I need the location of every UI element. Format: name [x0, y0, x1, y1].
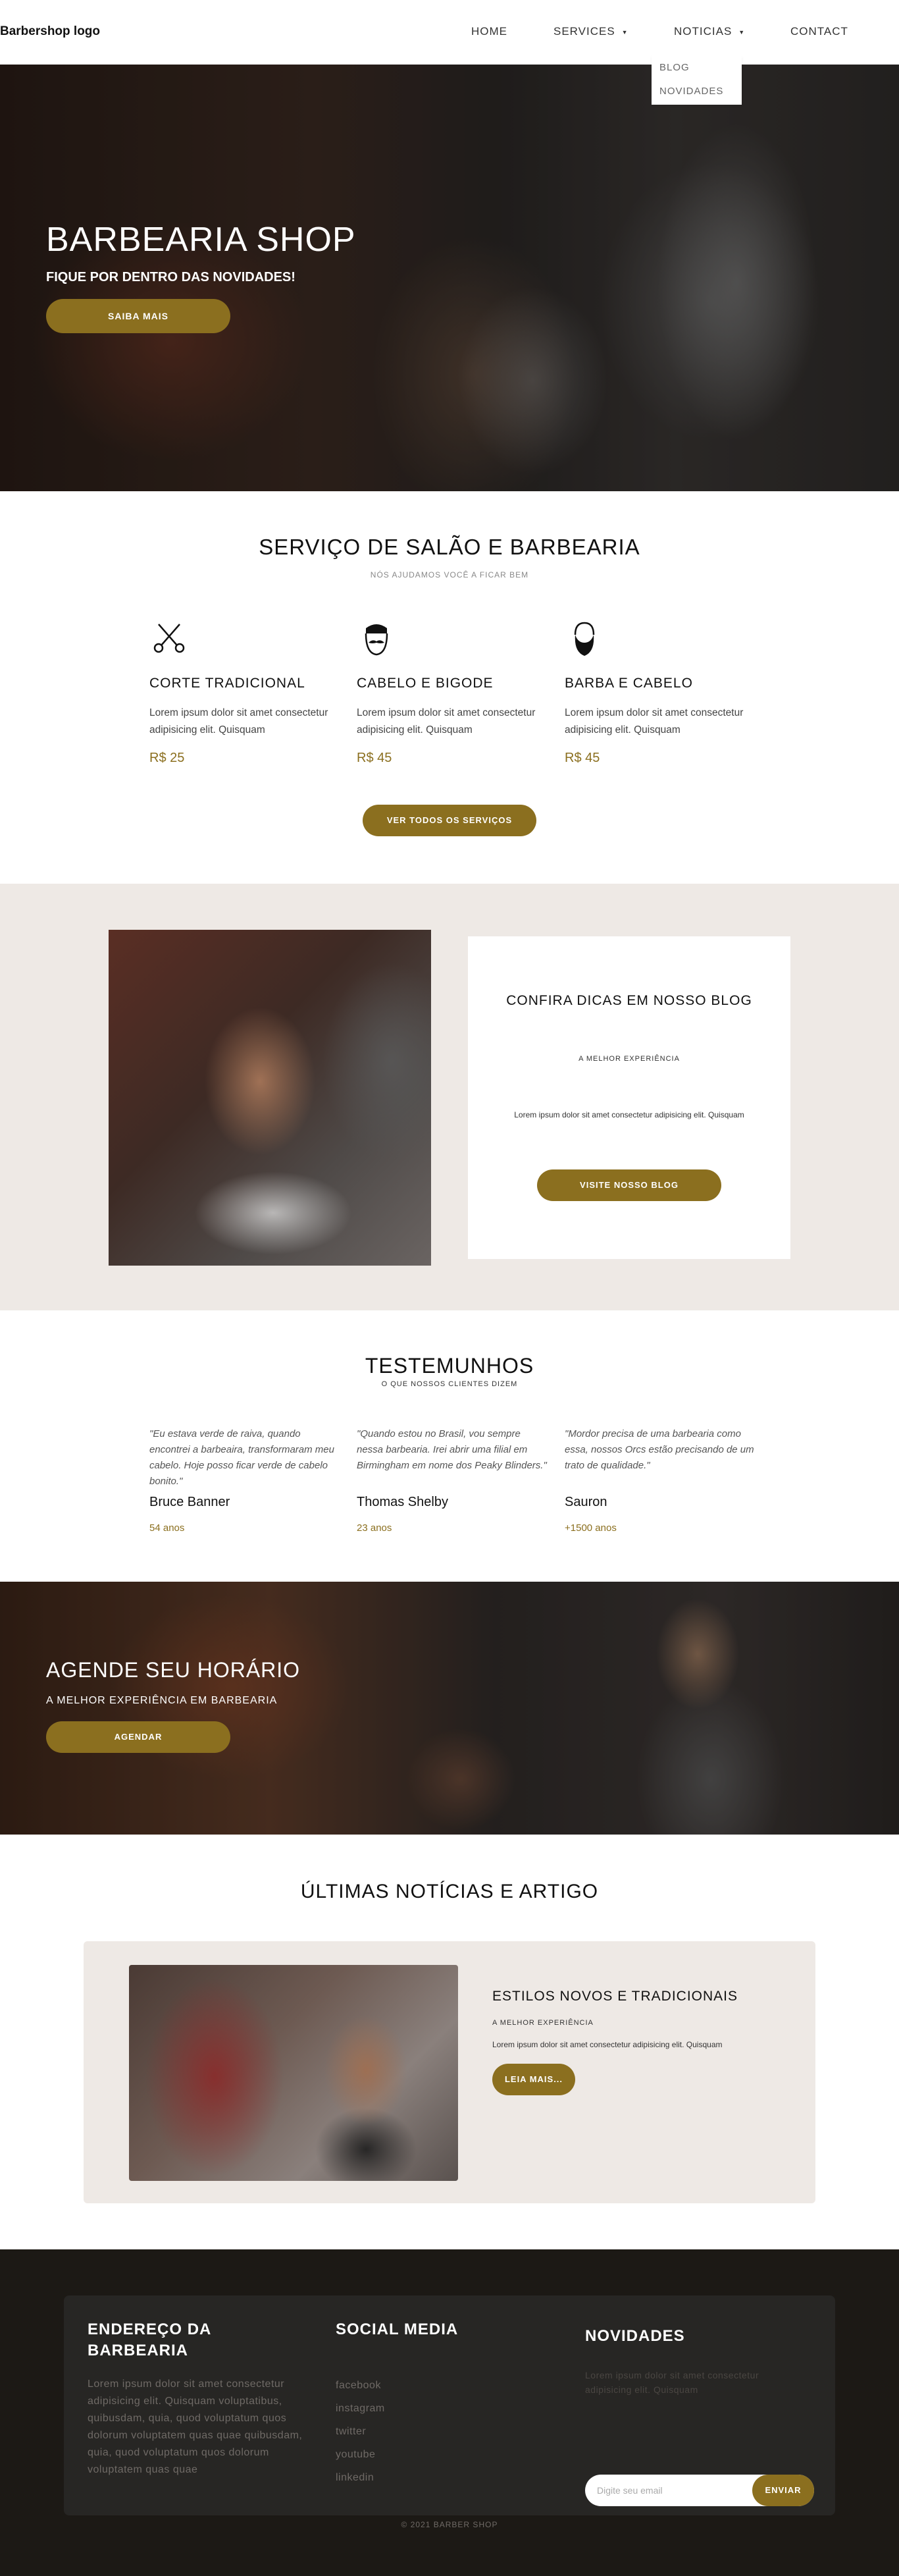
service-description: Lorem ipsum dolor sit amet consectetur a… — [565, 707, 744, 736]
hero-cta-button[interactable]: SAIBA MAIS — [46, 299, 230, 333]
news-article-title: ESTILOS NOVOS E TRADICIONAIS — [492, 1989, 738, 2004]
nav-contact[interactable]: CONTACT — [790, 25, 848, 38]
footer-social-column: SOCIAL MEDIA facebook instagram twitter … — [336, 2319, 533, 2504]
send-email-button[interactable]: ENVIAR — [752, 2475, 814, 2506]
barber-haircut-photo — [109, 930, 431, 1266]
nav-noticias-label: NOTICIAS — [674, 25, 732, 38]
nav-services-label: SERVICES — [553, 25, 615, 38]
nav-noticias[interactable]: NOTICIAS ▼ — [674, 25, 745, 38]
service-description: Lorem ipsum dolor sit amet consectetur a… — [357, 707, 536, 736]
services-title: SERVIÇO DE SALÃO E BARBEARIA — [259, 535, 640, 559]
news-article-subtitle: A MELHOR EXPERIÊNCIA — [492, 2019, 594, 2027]
nav-home[interactable]: HOME — [471, 25, 507, 38]
footer-address-title: ENDEREÇO DA BARBEARIA — [88, 2321, 211, 2359]
blog-promo-subtitle: A MELHOR EXPERIÊNCIA — [578, 1055, 680, 1063]
social-link-linkedin[interactable]: linkedin — [336, 2472, 374, 2484]
schedule-overlay — [0, 1582, 899, 1835]
social-link-facebook[interactable]: facebook — [336, 2380, 381, 2392]
email-input[interactable] — [597, 2475, 729, 2506]
schedule-subtitle: A MELHOR EXPERIÊNCIA EM BARBEARIA — [46, 1695, 278, 1706]
blog-promo-card: CONFIRA DICAS EM NOSSO BLOG A MELHOR EXP… — [468, 936, 790, 1259]
testimonial-age: 23 anos — [357, 1522, 392, 1534]
beard-face-icon — [574, 622, 595, 656]
testimonial-quote: "Mordor precisa de uma barbearia como es… — [565, 1428, 754, 1471]
social-link-twitter[interactable]: twitter — [336, 2426, 366, 2438]
social-link-youtube[interactable]: youtube — [336, 2449, 375, 2461]
testimonials-title: TESTEMUNHOS — [365, 1354, 534, 1378]
service-description: Lorem ipsum dolor sit amet consectetur a… — [149, 707, 328, 736]
caret-down-icon: ▼ — [621, 28, 629, 36]
testimonial-age: +1500 anos — [565, 1522, 617, 1534]
schedule-banner: AGENDE SEU HORÁRIO A MELHOR EXPERIÊNCIA … — [0, 1582, 899, 1835]
nav-services[interactable]: SERVICES ▼ — [553, 25, 629, 38]
newsletter-form: ENVIAR — [585, 2475, 814, 2506]
testimonial-age: 54 anos — [149, 1522, 185, 1534]
footer-address-column: ENDEREÇO DA BARBEARIA Lorem ipsum dolor … — [88, 2319, 324, 2479]
service-price: R$ 45 — [357, 751, 392, 765]
hero-subtitle: FIQUE POR DENTRO DAS NOVIDADES! — [46, 270, 295, 284]
testimonial-quote: "Quando estou no Brasil, vou sempre ness… — [357, 1428, 547, 1471]
hero-banner: BARBEARIA SHOP FIQUE POR DENTRO DAS NOVI… — [0, 65, 899, 491]
noticias-dropdown-menu: BLOG NOVIDADES — [652, 55, 742, 105]
nav-contact-label: CONTACT — [790, 25, 848, 38]
news-section-title: ÚLTIMAS NOTÍCIAS E ARTIGO — [300, 1881, 599, 1902]
scissors-icon — [153, 624, 185, 653]
copyright: © 2021 BARBER SHOP — [401, 2520, 498, 2529]
top-navbar: Barbershop logo HOME SERVICES ▼ NOTICIAS ▼… — [0, 0, 899, 65]
service-price: R$ 25 — [149, 751, 185, 765]
testimonial-quote: "Eu estava verde de raiva, quando encont… — [149, 1428, 334, 1487]
footer-news-column: NOVIDADES Lorem ipsum dolor sit amet con… — [585, 2319, 814, 2510]
service-price: R$ 45 — [565, 751, 600, 765]
nav-home-label: HOME — [471, 25, 507, 38]
footer-social-title: SOCIAL MEDIA — [336, 2321, 459, 2338]
testimonials-subtitle: O QUE NOSSOS CLIENTES DIZEM — [381, 1380, 518, 1388]
dropdown-item-blog[interactable]: BLOG — [659, 62, 690, 73]
schedule-button[interactable]: AGENDAR — [46, 1721, 230, 1753]
all-services-button[interactable]: VER TODOS OS SERVIÇOS — [363, 805, 536, 836]
blog-promo-section: CONFIRA DICAS EM NOSSO BLOG A MELHOR EXP… — [0, 884, 899, 1310]
service-name: CORTE TRADICIONAL — [149, 676, 305, 691]
social-link-instagram[interactable]: instagram — [336, 2403, 385, 2415]
caret-down-icon: ▼ — [738, 28, 746, 36]
testimonial-name: Thomas Shelby — [357, 1495, 448, 1509]
footer-address-text: Lorem ipsum dolor sit amet consectetur a… — [88, 2378, 303, 2475]
site-logo[interactable]: Barbershop logo — [0, 24, 100, 39]
news-article-description: Lorem ipsum dolor sit amet consectetur a… — [492, 2040, 723, 2049]
schedule-title: AGENDE SEU HORÁRIO — [46, 1658, 301, 1682]
footer-news-title: NOVIDADES — [585, 2327, 685, 2345]
news-card: ESTILOS NOVOS E TRADICIONAIS A MELHOR EX… — [84, 1941, 815, 2203]
blog-promo-title: CONFIRA DICAS EM NOSSO BLOG — [506, 993, 752, 1008]
hero-title: BARBEARIA SHOP — [46, 221, 356, 259]
news-article-photo — [129, 1965, 458, 2181]
footer-panel: ENDEREÇO DA BARBEARIA Lorem ipsum dolor … — [64, 2295, 835, 2515]
read-more-button[interactable]: LEIA MAIS... — [492, 2064, 575, 2095]
testimonial-name: Sauron — [565, 1495, 607, 1509]
service-name: BARBA E CABELO — [565, 676, 693, 691]
mustache-face-icon — [365, 624, 388, 656]
blog-promo-description: Lorem ipsum dolor sit amet consectetur a… — [514, 1110, 744, 1119]
dropdown-item-novidades[interactable]: NOVIDADES — [659, 86, 723, 97]
footer-news-text: Lorem ipsum dolor sit amet consectetur a… — [585, 2370, 759, 2395]
testimonial-name: Bruce Banner — [149, 1495, 230, 1509]
services-subtitle: NÓS AJUDAMOS VOCÊ A FICAR BEM — [370, 570, 529, 579]
service-name: CABELO E BIGODE — [357, 676, 494, 691]
visit-blog-button[interactable]: VISITE NOSSO BLOG — [537, 1169, 721, 1201]
